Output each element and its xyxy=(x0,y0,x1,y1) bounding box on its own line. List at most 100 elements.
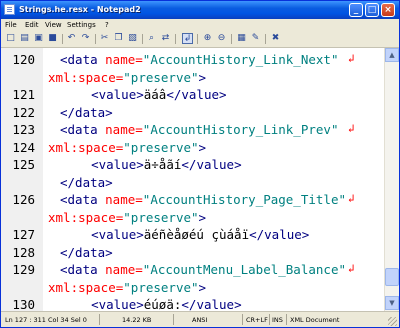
code-text: </data> xyxy=(60,245,113,260)
scroll-down-button[interactable]: ▼ xyxy=(385,296,399,310)
scroll-thumb[interactable] xyxy=(385,268,399,286)
code-token: </value> xyxy=(249,227,310,242)
menu-view[interactable]: View xyxy=(45,21,62,29)
scheme-icon[interactable]: ▦ xyxy=(236,33,247,44)
browse-icon[interactable]: ▣ xyxy=(33,33,44,44)
text-editor[interactable]: 120 <data name="AccountHistory_Link_Next"… xyxy=(1,48,384,311)
scroll-up-button[interactable]: ▲ xyxy=(385,48,399,62)
status-scheme[interactable]: XML Document xyxy=(290,316,339,324)
line-number: 128 xyxy=(12,244,35,260)
cut-icon[interactable]: ✂ xyxy=(99,33,110,44)
code-token: name= xyxy=(105,192,143,207)
code-text: <value>ä÷åãí</value> xyxy=(76,157,242,172)
word-wrap-icon[interactable]: ↲ xyxy=(182,33,193,44)
line-number: 122 xyxy=(12,104,35,120)
code-token: <value> xyxy=(91,227,144,242)
menu-help[interactable]: ? xyxy=(105,21,109,29)
open-file-icon[interactable]: ▤ xyxy=(19,33,30,44)
status-position: Ln 127 : 311 Col 34 Sel 0 xyxy=(5,316,87,324)
code-token: </data> xyxy=(60,244,113,260)
zoom-out-icon[interactable]: ⊖ xyxy=(216,33,227,44)
exit-icon[interactable]: ✖ xyxy=(270,33,281,44)
resize-grip-icon[interactable] xyxy=(388,317,397,326)
code-text: </data> xyxy=(60,105,113,120)
line-number: 125 xyxy=(12,157,35,172)
status-mode[interactable]: INS xyxy=(272,316,283,324)
word-wrap-marker-icon: ↲ xyxy=(348,122,355,135)
save-icon[interactable]: ■ xyxy=(47,33,58,44)
code-text: </data> xyxy=(60,175,113,190)
code-token: <data xyxy=(60,262,106,277)
code-token: ä÷åãí xyxy=(143,157,182,172)
code-token: "preserve" xyxy=(123,69,199,85)
minimize-button[interactable]: _ xyxy=(349,3,363,17)
line-number: 124 xyxy=(12,139,35,155)
code-text: <value>äáâ</value> xyxy=(76,87,226,102)
replace-icon[interactable]: ⇄ xyxy=(160,33,171,44)
code-token: > xyxy=(198,69,207,85)
code-token: äáâ xyxy=(143,87,167,102)
toolbar-separator xyxy=(197,34,198,44)
code-token: </value> xyxy=(181,157,242,172)
code-token: <data xyxy=(60,192,106,207)
code-token: > xyxy=(198,209,207,225)
code-text: xml:space="preserve"> xyxy=(48,70,206,85)
code-text: xml:space="preserve"> xyxy=(48,280,206,295)
code-token: name= xyxy=(105,122,143,137)
copy-icon[interactable]: ❐ xyxy=(113,33,124,44)
code-token: "preserve" xyxy=(123,139,199,155)
code-token: xml:space= xyxy=(48,209,124,225)
status-line-endings[interactable]: CR+LF xyxy=(246,316,268,324)
line-number: 127 xyxy=(12,227,35,242)
code-token: xml:space= xyxy=(48,139,124,155)
undo-icon[interactable]: ↶ xyxy=(66,33,77,44)
code-token: </value> xyxy=(181,297,242,311)
close-button[interactable]: × xyxy=(381,3,395,17)
toolbar-separator xyxy=(175,34,176,44)
code-text: <value>äéñèåøéú çùáåï</value> xyxy=(76,227,309,242)
code-token: "preserve" xyxy=(123,279,199,295)
word-wrap-marker-icon: ↲ xyxy=(348,192,355,205)
code-text: xml:space="preserve"> xyxy=(48,140,206,155)
find-icon[interactable]: ⌕ xyxy=(146,33,157,44)
status-separator xyxy=(286,314,287,325)
customize-schemes-icon[interactable]: ✎ xyxy=(250,33,261,44)
code-token: <value> xyxy=(91,87,144,102)
menu-file[interactable]: File xyxy=(5,21,17,29)
paste-icon[interactable]: ▧ xyxy=(127,33,138,44)
code-token: </data> xyxy=(60,104,113,120)
notepad-app-icon xyxy=(4,4,15,15)
menu-edit[interactable]: Edit xyxy=(25,21,39,29)
line-number: 130 xyxy=(12,297,35,311)
code-token: xml:space= xyxy=(48,279,124,295)
line-number: 120 xyxy=(12,52,35,67)
code-token: <value> xyxy=(91,157,144,172)
status-separator xyxy=(173,314,174,325)
line-number: 123 xyxy=(12,122,35,137)
code-token: "AccountMenu_Label_Balance" xyxy=(142,262,346,277)
window-title: Strings.he.resx - Notepad2 xyxy=(19,5,141,14)
toolbar-separator xyxy=(62,34,63,44)
toolbar: □ ▤ ▣ ■ ↶ ↷ ✂ ❐ ▧ ⌕ ⇄ ↲ ⊕ ⊖ ▦ ✎ ✖ xyxy=(1,31,399,48)
status-encoding[interactable]: ANSI xyxy=(192,316,207,324)
maximize-button[interactable]: □ xyxy=(365,3,379,17)
word-wrap-marker-icon: ↲ xyxy=(348,52,355,65)
code-token: "preserve" xyxy=(123,209,199,225)
redo-icon[interactable]: ↷ xyxy=(80,33,91,44)
menu-settings[interactable]: Settings xyxy=(67,21,96,29)
code-token: äéñèåøéú çùáåï xyxy=(143,227,250,242)
code-token: xml:space= xyxy=(48,69,124,85)
code-token: <data xyxy=(60,52,106,67)
title-bar[interactable]: Strings.he.resx - Notepad2 _ □ × xyxy=(1,1,399,19)
code-token: > xyxy=(198,279,207,295)
code-token: "AccountHistory_Page_Title" xyxy=(142,192,346,207)
status-bar: Ln 127 : 311 Col 34 Sel 0 14.22 KB ANSI … xyxy=(1,311,399,327)
vertical-scrollbar[interactable]: ▲ ▼ xyxy=(384,48,399,311)
zoom-in-icon[interactable]: ⊕ xyxy=(202,33,213,44)
code-token: "AccountHistory_Link_Prev" xyxy=(142,122,339,137)
new-file-icon[interactable]: □ xyxy=(5,33,16,44)
